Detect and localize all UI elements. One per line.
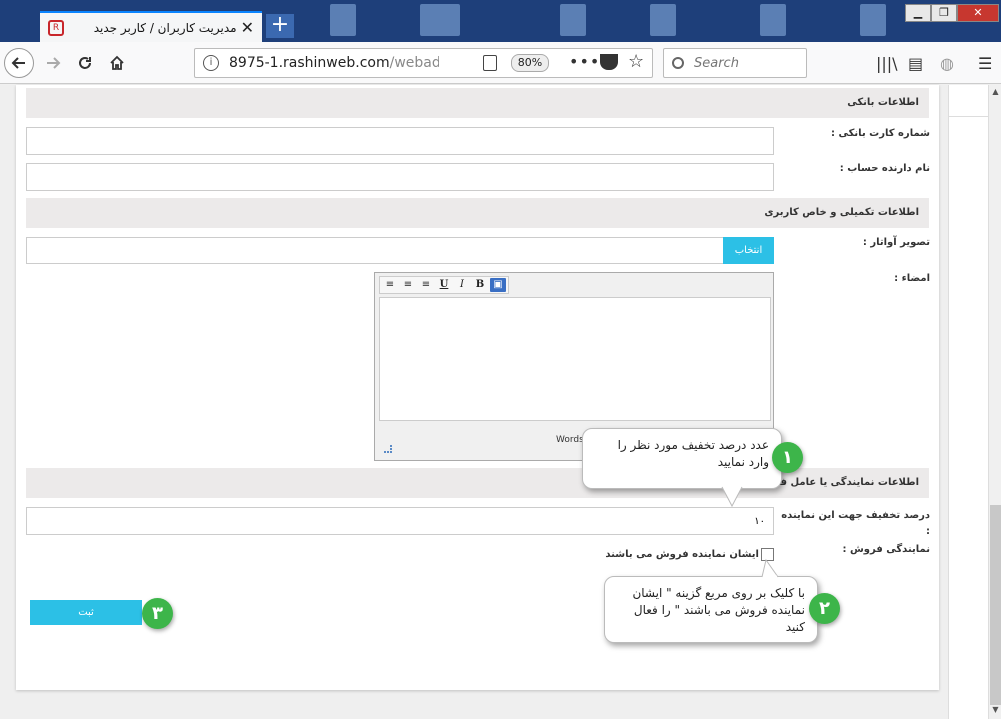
reload-button[interactable] bbox=[70, 48, 100, 78]
bookmark-star-icon[interactable]: ☆ bbox=[628, 51, 644, 72]
navigation-toolbar: i 8975-1.rashinweb.com/webadmin/ 80% •••… bbox=[0, 42, 1001, 84]
scroll-up-icon[interactable]: ▲ bbox=[990, 87, 1001, 99]
forward-arrow-icon bbox=[47, 57, 61, 69]
site-info-icon[interactable]: i bbox=[203, 55, 219, 71]
tab-close-icon[interactable]: ✕ bbox=[241, 18, 254, 37]
sidebar-toggle-icon[interactable]: ▤ bbox=[908, 54, 923, 73]
card-number-label: شماره کارت بانکی : bbox=[831, 128, 930, 139]
avatar-path-field[interactable] bbox=[26, 237, 774, 264]
bank-info-header: اطلاعات بانکی bbox=[26, 88, 929, 118]
reload-icon bbox=[79, 57, 91, 69]
zoom-level-badge[interactable]: 80% bbox=[511, 54, 549, 72]
avatar-label: تصویر آواتار : bbox=[862, 237, 930, 248]
background-desktop-icon bbox=[650, 4, 676, 36]
tab-title: مدیریت کاربران / کاربر جدید bbox=[93, 20, 237, 35]
reader-view-icon[interactable] bbox=[483, 55, 497, 71]
globe-icon[interactable]: ◍ bbox=[940, 54, 954, 73]
agency-checkbox-row[interactable]: ایشان نماینده فروش می باشند bbox=[560, 545, 774, 563]
editor-text-area[interactable] bbox=[379, 297, 771, 421]
discount-label: درصد تخفیف جهت این نماینده : bbox=[781, 510, 930, 537]
agency-label: نمایندگی فروش : bbox=[842, 544, 930, 555]
underline-icon[interactable]: U bbox=[436, 278, 452, 292]
url-domain: 8975-1.rashinweb.com bbox=[229, 55, 390, 71]
address-bar[interactable]: i 8975-1.rashinweb.com/webadmin/ 80% •••… bbox=[194, 48, 653, 78]
search-bar[interactable] bbox=[663, 48, 807, 78]
page-scrollbar[interactable]: ▲ ▼ bbox=[988, 85, 1001, 719]
library-icon[interactable]: |||\ bbox=[876, 54, 898, 73]
pocket-icon[interactable] bbox=[600, 54, 618, 70]
editor-word-count: Words bbox=[556, 435, 584, 445]
window-controls: ▁ ❐ ✕ bbox=[905, 4, 999, 22]
background-desktop-icon bbox=[560, 4, 586, 36]
minimize-button[interactable]: ▁ bbox=[905, 4, 931, 22]
editor-resize-handle-icon[interactable] bbox=[384, 445, 392, 453]
signature-label: امضاء : bbox=[894, 273, 930, 284]
home-button[interactable] bbox=[102, 48, 132, 78]
background-desktop-icon bbox=[760, 4, 786, 36]
side-panel bbox=[948, 85, 989, 719]
extra-info-header: اطلاعات تکمیلی و خاص کاربری bbox=[26, 198, 929, 228]
side-panel-header bbox=[949, 85, 989, 117]
agent-info-header: اطلاعات نمایندگی یا عامل فروش bbox=[26, 468, 929, 498]
tab-bar: ✕ مدیریت کاربران / کاربر جدید R + ▁ ❐ ✕ bbox=[0, 0, 1001, 42]
bold-icon[interactable]: B bbox=[472, 278, 488, 292]
scroll-down-icon[interactable]: ▼ bbox=[990, 705, 1001, 717]
card-number-input[interactable] bbox=[26, 127, 774, 155]
account-holder-label: نام دارنده حساب : bbox=[839, 163, 930, 174]
url-path: /webadmin/ bbox=[389, 55, 439, 71]
hamburger-menu-icon[interactable]: ☰ bbox=[978, 54, 992, 73]
callout-text-1: عدد درصد تخفیف مورد نظر را وارد نمایید bbox=[617, 438, 769, 469]
browser-tab-active[interactable]: ✕ مدیریت کاربران / کاربر جدید R bbox=[40, 11, 262, 42]
italic-icon[interactable]: I bbox=[454, 278, 470, 292]
url-text[interactable]: 8975-1.rashinweb.com/webadmin/ bbox=[229, 55, 439, 71]
choose-avatar-button[interactable]: انتخاب bbox=[723, 237, 774, 264]
background-desktop-icon bbox=[420, 4, 460, 36]
editor-toolbar: ≡ ≡ ≡ U I B ▣ bbox=[379, 276, 509, 294]
agency-checkbox[interactable] bbox=[761, 547, 774, 561]
forward-button[interactable] bbox=[38, 48, 68, 78]
agency-checkbox-label[interactable]: ایشان نماینده فروش می باشند bbox=[605, 549, 759, 560]
site-favicon-icon: R bbox=[48, 19, 64, 36]
background-desktop-icon bbox=[860, 4, 886, 36]
search-input[interactable] bbox=[694, 55, 794, 71]
background-desktop-icon bbox=[330, 4, 356, 36]
step-badge-1: ۱ bbox=[772, 442, 803, 473]
new-tab-button[interactable]: + bbox=[266, 14, 294, 38]
align-left-icon[interactable]: ≡ bbox=[418, 278, 434, 292]
step-badge-2: ۲ bbox=[809, 593, 840, 624]
callout-tail-2 bbox=[761, 558, 779, 579]
callout-tail-1 bbox=[721, 484, 743, 508]
callout-text-2: با کلیک بر روی مربع گزینه " ایشان نمایند… bbox=[632, 586, 805, 634]
scrollbar-thumb[interactable] bbox=[990, 505, 1001, 705]
page-actions-more-icon[interactable]: ••• bbox=[569, 52, 600, 71]
account-holder-input[interactable] bbox=[26, 163, 774, 191]
back-arrow-icon bbox=[11, 57, 25, 69]
home-icon bbox=[110, 55, 124, 70]
save-icon[interactable]: ▣ bbox=[490, 278, 506, 292]
align-center-icon[interactable]: ≡ bbox=[400, 278, 416, 292]
back-button[interactable] bbox=[4, 48, 34, 78]
discount-input[interactable] bbox=[26, 507, 774, 535]
search-icon bbox=[672, 57, 684, 69]
align-right-icon[interactable]: ≡ bbox=[382, 278, 398, 292]
maximize-button[interactable]: ❐ bbox=[931, 4, 957, 22]
window-close-button[interactable]: ✕ bbox=[957, 4, 999, 22]
callout-bubble-1: عدد درصد تخفیف مورد نظر را وارد نمایید bbox=[582, 428, 782, 489]
submit-button[interactable]: ثبت bbox=[30, 600, 142, 625]
callout-bubble-2: با کلیک بر روی مربع گزینه " ایشان نمایند… bbox=[604, 576, 818, 643]
step-badge-3: ۳ bbox=[142, 598, 173, 629]
